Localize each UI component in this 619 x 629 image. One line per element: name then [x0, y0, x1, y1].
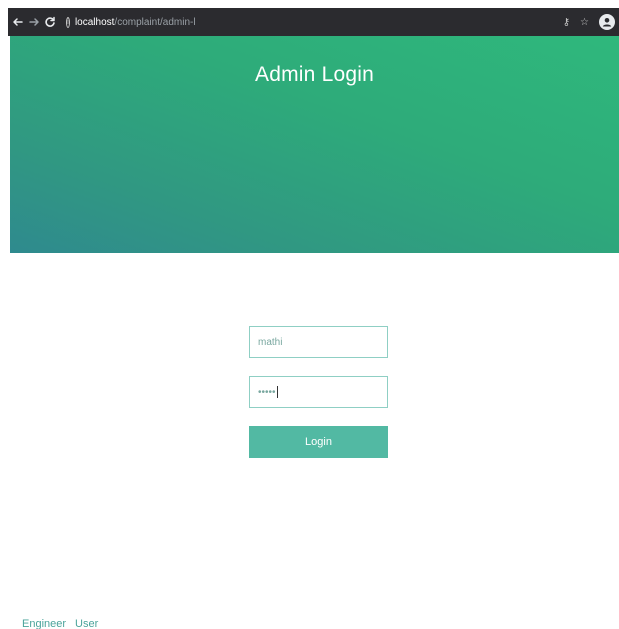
page-title: Admin Login	[255, 63, 374, 86]
engineer-link[interactable]: Engineer	[22, 618, 66, 629]
key-icon[interactable]: ⚷	[563, 17, 570, 28]
password-field[interactable]: •••••	[249, 376, 388, 408]
star-icon[interactable]: ☆	[580, 17, 589, 28]
hero-banner: Admin Login	[10, 36, 619, 253]
login-form: mathi ••••• Login	[249, 326, 388, 458]
login-button[interactable]: Login	[249, 426, 388, 458]
address-bar[interactable]: i localhost/complaint/admin-login.php	[66, 12, 196, 32]
info-icon[interactable]: i	[66, 16, 70, 28]
page: i localhost/complaint/admin-login.php ⚷ …	[0, 0, 619, 629]
url-path: /complaint/admin-login.php	[114, 16, 196, 28]
account-icon[interactable]	[599, 14, 615, 30]
browser-toolbar: i localhost/complaint/admin-login.php ⚷ …	[8, 8, 619, 36]
user-link[interactable]: User	[75, 618, 98, 629]
reload-icon[interactable]	[42, 8, 58, 36]
url-host: localhost	[74, 16, 115, 28]
username-field[interactable]: mathi	[249, 326, 388, 358]
text-caret	[276, 386, 278, 398]
password-value: •••••	[258, 386, 276, 398]
forward-arrow-icon[interactable]	[26, 8, 42, 36]
toolbar-actions: ⚷ ☆	[563, 14, 619, 30]
username-value: mathi	[258, 336, 283, 348]
back-arrow-icon[interactable]	[10, 8, 26, 36]
footer-links: Engineer User	[22, 618, 98, 629]
